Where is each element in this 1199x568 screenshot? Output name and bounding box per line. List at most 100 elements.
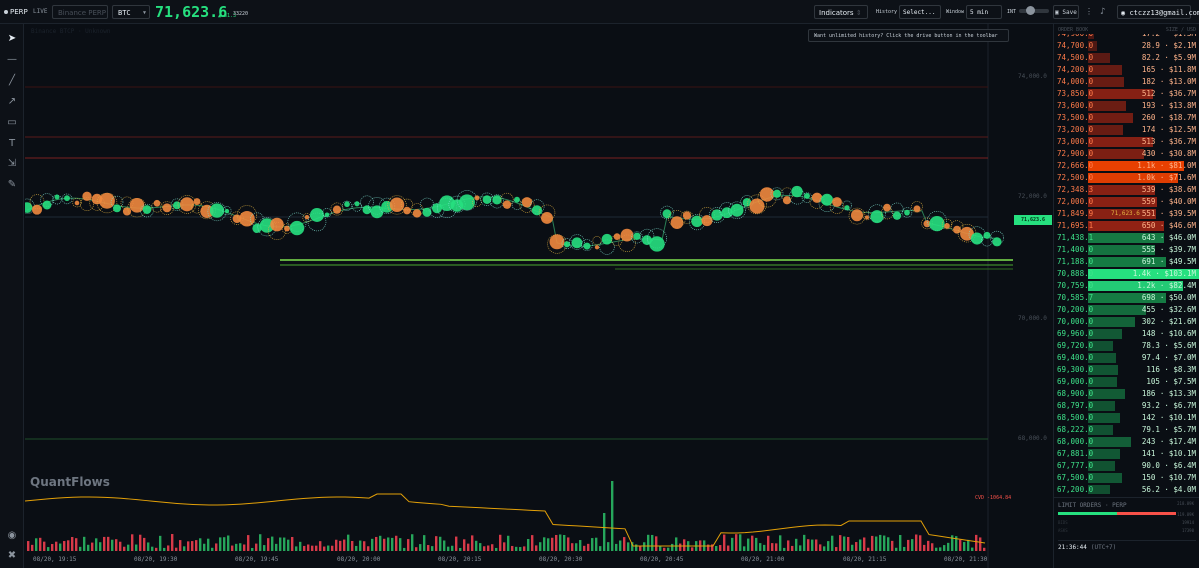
- trend-line-icon[interactable]: ╱: [4, 73, 20, 89]
- row-size: 105 · $7.5M: [1146, 377, 1196, 386]
- volume-bar: [511, 545, 514, 551]
- bid-row[interactable]: 67,881.0 141 · $10.1M: [1054, 448, 1199, 460]
- volume-bar: [783, 547, 786, 551]
- ask-row[interactable]: 72,500.0 1.0k · $71.6M: [1054, 172, 1199, 184]
- slider-knob[interactable]: [1026, 6, 1035, 15]
- bid-row[interactable]: 71,438.1 643 · $46.0M: [1054, 232, 1199, 244]
- volume-bar: [735, 534, 738, 551]
- save-button[interactable]: ▣ Save: [1053, 5, 1079, 19]
- row-price: 73,000.0: [1057, 137, 1094, 146]
- bid-row[interactable]: 67,500.0 150 · $10.7M: [1054, 472, 1199, 484]
- ask-row[interactable]: 74,200.0 165 · $11.8M: [1054, 64, 1199, 76]
- more-icon[interactable]: ⋮: [1085, 5, 1093, 19]
- ask-row[interactable]: 72,000.0 559 · $40.0M: [1054, 196, 1199, 208]
- bid-row[interactable]: 69,000.0 105 · $7.5M: [1054, 376, 1199, 388]
- trade-bubble: [662, 209, 672, 219]
- volume-bar: [471, 535, 474, 551]
- bid-row[interactable]: 67,777.0 90.0 · $6.4M: [1054, 460, 1199, 472]
- ask-row[interactable]: 73,850.0 512 · $36.7M: [1054, 88, 1199, 100]
- volume-bar: [491, 544, 494, 551]
- volume-bar: [871, 535, 874, 551]
- cursor-icon[interactable]: ➤: [4, 31, 20, 47]
- bid-row[interactable]: 70,759.0 1.2k · $82.4M: [1054, 280, 1199, 292]
- row-size: 182 · $13.0M: [1141, 77, 1196, 86]
- market-mode-button[interactable]: PERP: [4, 5, 30, 19]
- bid-row[interactable]: 70,585.7 698 · $50.0M: [1054, 292, 1199, 304]
- volume-bar: [715, 546, 718, 551]
- window-select[interactable]: 5 min: [966, 5, 1002, 19]
- volume-bar: [27, 541, 30, 551]
- trade-bubble: [482, 195, 492, 204]
- volume-bar: [55, 541, 58, 551]
- user-menu[interactable]: ◉ ctczz13@gmail.com: [1117, 5, 1199, 19]
- horizontal-line-icon[interactable]: —: [4, 52, 20, 68]
- bid-row[interactable]: 70,200.0 455 · $32.6M: [1054, 304, 1199, 316]
- chart-area[interactable]: Binance BTCP · Unknown Want unlimited hi…: [25, 24, 1052, 568]
- ask-row[interactable]: 71,849.9 551 · $39.5M 71,623.6: [1054, 208, 1199, 220]
- ray-icon[interactable]: ↗: [4, 94, 20, 110]
- bid-row[interactable]: 70,888.0 1.4k · $103.1M: [1054, 268, 1199, 280]
- trash-icon[interactable]: ✖: [4, 548, 20, 564]
- bid-row[interactable]: 67,200.0 56.2 · $4.0M: [1054, 484, 1199, 494]
- row-size: 513 · $36.7M: [1141, 137, 1196, 146]
- ask-row[interactable]: 73,500.0 260 · $18.7M: [1054, 112, 1199, 124]
- ask-row[interactable]: 74,500.0 82.2 · $5.9M: [1054, 52, 1199, 64]
- volume-bar: [815, 539, 818, 551]
- ask-row[interactable]: 71,695.1 650 · $46.6M: [1054, 220, 1199, 232]
- limit-orders-value: 218.89K: [1177, 501, 1194, 506]
- trade-bubble: [563, 241, 571, 248]
- bid-row[interactable]: 68,000.0 243 · $17.4M: [1054, 436, 1199, 448]
- volume-bar: [767, 535, 770, 551]
- order-book-header: ORDER BOOK SIZE / USD: [1058, 27, 1196, 33]
- measure-icon[interactable]: ⇲: [4, 156, 20, 172]
- volume-bar: [439, 536, 442, 551]
- bid-row[interactable]: 68,900.0 186 · $13.3M: [1054, 388, 1199, 400]
- trade-bubble: [162, 203, 172, 213]
- bid-row[interactable]: 69,960.0 148 · $10.6M: [1054, 328, 1199, 340]
- ask-row[interactable]: 74,700.0 28.9 · $2.1M: [1054, 40, 1199, 52]
- brush-icon[interactable]: ✎: [4, 177, 20, 193]
- volume-bar: [399, 538, 402, 551]
- ask-row[interactable]: 73,200.0 174 · $12.5M: [1054, 124, 1199, 136]
- volume-bar: [611, 481, 614, 551]
- ask-row[interactable]: 73,600.0 193 · $13.8M: [1054, 100, 1199, 112]
- history-select[interactable]: Select...: [899, 5, 941, 19]
- symbol-select[interactable]: BTC ▼: [112, 5, 150, 19]
- volume-bar: [175, 547, 178, 551]
- volume-bar: [859, 539, 862, 551]
- bid-row[interactable]: 70,000.0 302 · $21.6M: [1054, 316, 1199, 328]
- ask-row[interactable]: 73,000.0 513 · $36.7M: [1054, 136, 1199, 148]
- volume-bar: [647, 534, 650, 551]
- eye-icon[interactable]: ◉: [4, 528, 20, 544]
- ask-row[interactable]: 72,900.0 430 · $30.8M: [1054, 148, 1199, 160]
- text-icon[interactable]: T: [4, 136, 20, 152]
- indicators-button[interactable]: Indicators ⇕: [814, 5, 868, 19]
- exchange-select[interactable]: Binance PERP: [52, 5, 108, 19]
- volume-bar: [827, 541, 830, 551]
- bell-icon[interactable]: ♪: [1100, 5, 1105, 19]
- row-price: 67,881.0: [1057, 449, 1094, 458]
- volume-bar: [915, 534, 918, 551]
- volume-bar: [475, 540, 478, 551]
- bid-row[interactable]: 68,797.0 93.2 · $6.7M: [1054, 400, 1199, 412]
- rectangle-icon[interactable]: ▭: [4, 115, 20, 131]
- bid-row[interactable]: 69,720.0 78.3 · $5.6M: [1054, 340, 1199, 352]
- bid-row[interactable]: 69,400.0 97.4 · $7.0M: [1054, 352, 1199, 364]
- row-size: 141 · $10.1M: [1141, 449, 1196, 458]
- bid-row[interactable]: 68,222.0 79.1 · $5.7M: [1054, 424, 1199, 436]
- volume-bar: [239, 543, 242, 551]
- interval-slider[interactable]: [1019, 6, 1049, 15]
- ask-row[interactable]: 72,348.3 539 · $38.6M: [1054, 184, 1199, 196]
- volume-bar: [875, 536, 878, 551]
- chart-canvas[interactable]: [25, 24, 1013, 568]
- ask-row[interactable]: 72,666.0 1.1k · $81.0M: [1054, 160, 1199, 172]
- limit-orders-sub: ASKS: [1058, 528, 1068, 533]
- ask-row[interactable]: 74,000.0 182 · $13.0M: [1054, 76, 1199, 88]
- row-size: 116 · $8.3M: [1146, 365, 1196, 374]
- bid-row[interactable]: 69,300.0 116 · $8.3M: [1054, 364, 1199, 376]
- bid-row[interactable]: 68,500.0 142 · $10.1M: [1054, 412, 1199, 424]
- bid-row[interactable]: 71,188.0 691 · $49.5M: [1054, 256, 1199, 268]
- window-label: Window: [946, 9, 965, 15]
- volume-bar: [31, 544, 34, 551]
- bid-row[interactable]: 71,400.0 555 · $39.7M: [1054, 244, 1199, 256]
